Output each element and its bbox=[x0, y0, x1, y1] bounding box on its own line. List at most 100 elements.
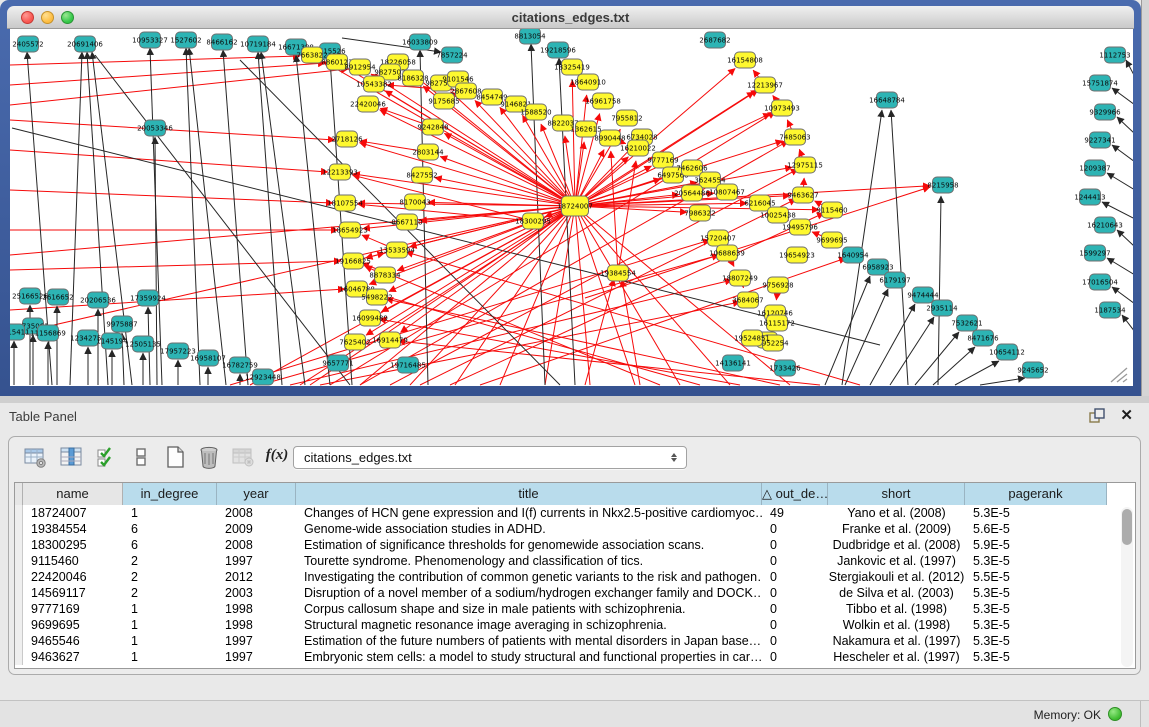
table-cell[interactable]: 2003 bbox=[217, 585, 296, 601]
table-cell[interactable]: 2008 bbox=[217, 537, 296, 553]
graph-edge[interactable] bbox=[1112, 88, 1133, 105]
table-cell[interactable]: 2009 bbox=[217, 521, 296, 537]
column-header-name[interactable]: name bbox=[23, 483, 123, 505]
table-cell[interactable]: Embryonic stem cells: a model to study s… bbox=[296, 649, 762, 665]
table-cell[interactable]: 0 bbox=[762, 553, 828, 569]
table-cell[interactable]: Jankovic et al. (1997) bbox=[828, 553, 965, 569]
table-cell[interactable]: 0 bbox=[762, 617, 828, 633]
graph-edge[interactable] bbox=[258, 52, 282, 385]
table-cell[interactable]: Tibbo et al. (1998) bbox=[828, 601, 965, 617]
table-body[interactable]: 1872400712008Changes of HCN gene express… bbox=[15, 505, 1135, 665]
select-column-button[interactable] bbox=[57, 445, 85, 471]
graph-edge[interactable] bbox=[1112, 145, 1133, 162]
table-cell[interactable]: 49 bbox=[762, 505, 828, 521]
table-cell[interactable]: Disruption of a novel member of a sodium… bbox=[296, 585, 762, 601]
graph-edge[interactable] bbox=[10, 63, 325, 85]
column-header-pagerank[interactable]: pagerank bbox=[965, 483, 1107, 505]
function-builder-button[interactable]: f(x) bbox=[263, 447, 291, 473]
table-cell[interactable]: 5.9E-5 bbox=[965, 537, 1107, 553]
table-cell[interactable]: 1998 bbox=[217, 617, 296, 633]
graph-edge[interactable] bbox=[223, 50, 248, 385]
graph-edge[interactable] bbox=[440, 156, 575, 206]
table-settings-button[interactable] bbox=[21, 445, 49, 471]
table-cell[interactable]: Structural magnetic resonance image aver… bbox=[296, 617, 762, 633]
graph-edge[interactable] bbox=[1112, 287, 1133, 304]
table-cell[interactable]: Estimation of significance thresholds fo… bbox=[296, 537, 762, 553]
table-row[interactable]: 1872400712008Changes of HCN gene express… bbox=[15, 505, 1135, 521]
table-cell[interactable]: 0 bbox=[762, 537, 828, 553]
new-table-button[interactable] bbox=[161, 445, 189, 471]
table-vertical-scrollbar[interactable] bbox=[1121, 507, 1133, 667]
table-cell[interactable]: 5.3E-5 bbox=[965, 633, 1107, 649]
table-cell[interactable]: 5.3E-5 bbox=[965, 601, 1107, 617]
table-cell[interactable]: Wolkin et al. (1998) bbox=[828, 617, 965, 633]
graph-edge[interactable] bbox=[10, 69, 348, 105]
table-cell[interactable]: 14569117 bbox=[23, 585, 123, 601]
table-cell[interactable]: 9463627 bbox=[23, 649, 123, 665]
graph-edge[interactable] bbox=[1117, 117, 1133, 134]
table-cell[interactable]: 2 bbox=[123, 553, 217, 569]
table-row[interactable]: 1830029562008Estimation of significance … bbox=[15, 537, 1135, 553]
table-cell[interactable]: Franke et al. (2009) bbox=[828, 521, 965, 537]
table-cell[interactable]: 19384554 bbox=[23, 521, 123, 537]
table-cell[interactable]: de Silva et al. (2003) bbox=[828, 585, 965, 601]
graph-edge[interactable] bbox=[1126, 60, 1133, 77]
graph-edge[interactable] bbox=[353, 175, 533, 221]
table-cell[interactable]: 5.3E-5 bbox=[965, 585, 1107, 601]
table-cell[interactable]: Hescheler et al. (1997) bbox=[828, 649, 965, 665]
table-cell[interactable]: 22420046 bbox=[23, 569, 123, 585]
graph-edge[interactable] bbox=[186, 48, 200, 385]
table-cell[interactable]: 18724007 bbox=[23, 505, 123, 521]
table-cell[interactable]: 1 bbox=[123, 505, 217, 521]
node-attribute-table[interactable]: namein_degreeyeartitle△ out_de…shortpage… bbox=[14, 482, 1136, 669]
table-row[interactable]: 1938455462009Genome-wide association stu… bbox=[15, 521, 1135, 537]
table-cell[interactable]: Genome-wide association studies in ADHD. bbox=[296, 521, 762, 537]
network-canvas[interactable]: 1872400724055722069140610953327152760284… bbox=[10, 29, 1133, 386]
horizontal-splitter[interactable] bbox=[0, 396, 1149, 403]
table-cell[interactable]: 6 bbox=[123, 537, 217, 553]
graph-edge[interactable] bbox=[933, 347, 975, 385]
scrollbar-thumb[interactable] bbox=[1122, 509, 1132, 545]
table-cell[interactable]: 0 bbox=[762, 569, 828, 585]
window-resize-grip-icon[interactable] bbox=[1107, 365, 1129, 383]
graph-edge[interactable] bbox=[1107, 173, 1133, 190]
table-cell[interactable]: 1 bbox=[123, 633, 217, 649]
graph-edge[interactable] bbox=[189, 48, 226, 385]
table-cell[interactable]: 1 bbox=[123, 617, 217, 633]
graph-edge[interactable] bbox=[1102, 202, 1133, 219]
table-row[interactable]: 946362711997Embryonic stem cells: a mode… bbox=[15, 649, 1135, 665]
table-cell[interactable]: 5.5E-5 bbox=[965, 569, 1107, 585]
table-cell[interactable]: 6 bbox=[123, 521, 217, 537]
table-cell[interactable]: 5.3E-5 bbox=[965, 617, 1107, 633]
graph-edge[interactable] bbox=[891, 110, 908, 385]
graph-edge[interactable] bbox=[444, 133, 575, 206]
table-cell[interactable]: Corpus callosum shape and size in male p… bbox=[296, 601, 762, 617]
table-cell[interactable]: 0 bbox=[762, 649, 828, 665]
table-cell[interactable]: 18300295 bbox=[23, 537, 123, 553]
column-header-short[interactable]: short bbox=[828, 483, 965, 505]
table-cell[interactable]: Stergiakouli et al. (2012) bbox=[828, 569, 965, 585]
table-cell[interactable]: 1997 bbox=[217, 553, 296, 569]
table-cell[interactable]: 5.3E-5 bbox=[965, 649, 1107, 665]
network-view-window[interactable]: citations_edges.txt 18724007240557220691… bbox=[0, 0, 1141, 400]
graph-edge[interactable] bbox=[10, 261, 341, 270]
table-cell[interactable]: 0 bbox=[762, 585, 828, 601]
graph-edge[interactable] bbox=[261, 52, 305, 385]
graph-edge[interactable] bbox=[980, 378, 1025, 385]
table-row[interactable]: 911546021997Tourette syndrome. Phenomeno… bbox=[15, 553, 1135, 569]
table-header-row[interactable]: namein_degreeyeartitle△ out_de…shortpage… bbox=[15, 483, 1135, 505]
table-cell[interactable]: 9115460 bbox=[23, 553, 123, 569]
network-table-selector[interactable]: citations_edges.txt bbox=[293, 446, 687, 469]
table-cell[interactable]: Yano et al. (2008) bbox=[828, 505, 965, 521]
table-cell[interactable]: 9777169 bbox=[23, 601, 123, 617]
graph-edge[interactable] bbox=[1122, 315, 1133, 332]
table-cell[interactable]: 1 bbox=[123, 649, 217, 665]
table-row[interactable]: 977716911998Corpus callosum shape and si… bbox=[15, 601, 1135, 617]
graph-edge[interactable] bbox=[575, 206, 730, 385]
citation-network-graph[interactable]: 1872400724055722069140610953327152760284… bbox=[10, 29, 1133, 386]
table-row[interactable]: 946554611997Estimation of the future num… bbox=[15, 633, 1135, 649]
table-cell[interactable]: 1998 bbox=[217, 601, 296, 617]
graph-edge[interactable] bbox=[915, 332, 959, 385]
table-cell[interactable]: 2012 bbox=[217, 569, 296, 585]
table-cell[interactable]: 2 bbox=[123, 569, 217, 585]
